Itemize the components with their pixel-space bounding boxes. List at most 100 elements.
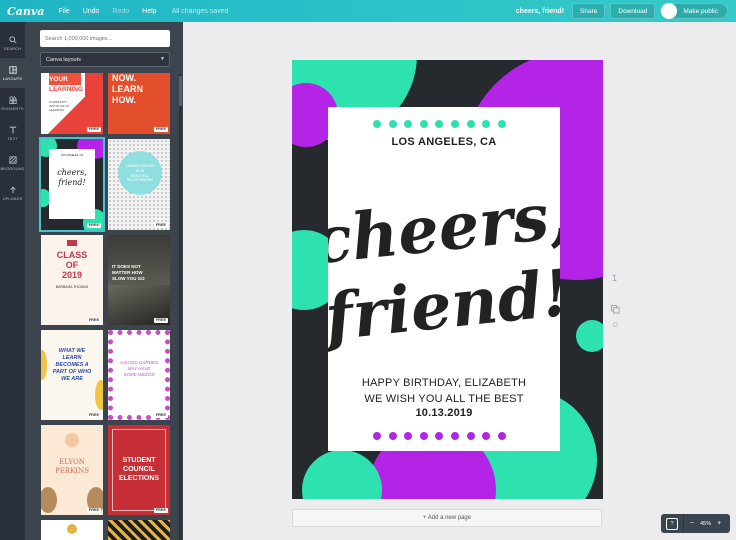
sidebar-item-uploads[interactable]: UPLOADS [0, 178, 25, 208]
thumb-text: cheers, [57, 168, 87, 177]
script-heading[interactable]: cheers, friend! [328, 172, 560, 362]
thumb-text: SOME WEEDS [123, 372, 155, 377]
birthday-line[interactable]: HAPPY BIRTHDAY, ELIZABETH [328, 377, 560, 389]
sidebar: SEARCH LAYOUTS ELEMENTS TEXT BKGROUND UP… [0, 22, 25, 540]
thumb-text: LEARNING [49, 86, 83, 93]
menu-help[interactable]: Help [142, 8, 156, 15]
zoom-controls: ? − 45% + [661, 514, 730, 533]
scrollbar-thumb[interactable] [179, 76, 182, 106]
thumb-text: BECOMES A [55, 362, 89, 368]
layout-thumbnail[interactable]: NOW. LEARN HOW. FREE [108, 73, 170, 134]
layouts-icon [8, 65, 17, 74]
search-input[interactable] [40, 30, 170, 47]
thumb-text: SLOW YOU GO [112, 276, 145, 281]
thumb-text: WHAT WE [58, 348, 86, 354]
thumb-text: NOW. [112, 73, 136, 83]
free-badge: FREE [153, 508, 168, 513]
help-icon[interactable]: ? [666, 517, 678, 530]
download-button[interactable]: Download [610, 3, 656, 19]
thumb-text: ELYON [59, 458, 85, 466]
layout-thumbnail[interactable]: IT DOES NOT MATTER HOW SLOW YOU GO FREE [108, 235, 170, 325]
toggle-knob [661, 3, 678, 19]
date-line[interactable]: 10.13.2019 [328, 407, 560, 419]
thumb-text: YOUR [49, 76, 68, 83]
layout-thumbnail[interactable]: WHAT WE LEARN BECOMES A PART OF WHO WE A… [41, 330, 103, 420]
free-badge: FREE [86, 318, 101, 323]
sidebar-label: ELEMENTS [1, 105, 24, 111]
thumb-text: CHANGE AROUND [125, 164, 155, 168]
teal-circle [576, 320, 603, 352]
free-badge: FREE [86, 508, 101, 513]
layout-thumbnail[interactable]: STUDENT COUNCIL ELECTIONS FREE [108, 425, 170, 515]
divider [683, 514, 684, 533]
thumb-text: WE ARE [61, 376, 83, 382]
sidebar-label: TEXT [7, 135, 18, 141]
free-badge: FREE [86, 127, 101, 132]
wish-line[interactable]: WE WISH YOU ALL THE BEST [328, 393, 560, 405]
layouts-dropdown[interactable]: Canva layouts ▼ [40, 52, 170, 67]
design-page[interactable]: LOS ANGELES, CA cheers, friend! HAPPY BI… [292, 60, 603, 499]
duplicate-page-icon[interactable] [611, 305, 620, 314]
layout-thumbnail[interactable]: ELYON PERKINS FREE [41, 425, 103, 515]
purple-dot-row [373, 432, 506, 440]
sidebar-label: LAYOUTS [2, 75, 23, 81]
text-icon [9, 126, 16, 134]
teal-circle [302, 450, 382, 499]
thumb-text: STUDENT [122, 457, 156, 464]
background-icon [8, 155, 17, 164]
sidebar-item-search[interactable]: SEARCH [0, 28, 25, 58]
thumb-text: A GOOD GARDEN [119, 360, 159, 365]
thumb-text: friend! [58, 178, 86, 187]
sidebar-item-layouts[interactable]: LAYOUTS [0, 58, 25, 88]
teal-dot-row [373, 120, 506, 128]
thumb-text: IT DOES NOT [112, 264, 141, 269]
zoom-out-button[interactable]: − [690, 520, 694, 527]
top-actions: cheers, friend! Share Download Make publ… [516, 3, 728, 19]
thumb-text: BEAUTIFUL RELATIONSHIPS [126, 174, 154, 182]
sidebar-label: UPLOADS [2, 195, 23, 201]
sidebar-item-text[interactable]: TEXT [0, 118, 25, 148]
thumb-text: PERKINS [54, 467, 89, 475]
thumb-text: MATTER HOW [112, 270, 143, 275]
sidebar-item-background[interactable]: BKGROUND [0, 148, 25, 178]
thumb-text: LEARN [62, 355, 82, 361]
canva-logo[interactable]: Canva [7, 5, 44, 18]
elements-icon [8, 95, 17, 104]
zoom-level: 45% [700, 520, 712, 527]
sidebar-item-elements[interactable]: ELEMENTS [0, 88, 25, 118]
add-page-button[interactable]: + Add a new page [292, 509, 602, 527]
document-title[interactable]: cheers, friend! [516, 8, 564, 15]
free-badge: FREE [153, 127, 168, 132]
save-status: All changes saved [171, 7, 229, 15]
share-button[interactable]: Share [572, 3, 606, 19]
menu-file[interactable]: File [58, 8, 69, 15]
top-bar: Canva File Undo Redo Help All changes sa… [0, 0, 736, 22]
thumb-text: PART OF WHO [52, 369, 92, 375]
menu-undo[interactable]: Undo [83, 8, 100, 15]
chevron-down-icon: ▼ [160, 56, 165, 62]
free-badge: FREE [153, 413, 168, 418]
thumb-text: HOW. [112, 95, 136, 105]
layout-thumbnail-selected[interactable]: cheers, friend! LOS ANGELES, CA FREE [39, 137, 105, 232]
thumb-text: COMMUNITY INSTITUTE OF LEARNING [49, 100, 70, 112]
location-text[interactable]: LOS ANGELES, CA [328, 136, 560, 148]
layout-thumbnail[interactable]: CLASS OF 2019 BARBARA THOMAS FREE [41, 235, 103, 325]
layout-thumbnail[interactable]: CHANGE AROUND AS IN BEAUTIFUL RELATIONSH… [108, 139, 170, 230]
panel-scrollbar[interactable] [179, 74, 182, 540]
delete-page-icon[interactable] [613, 322, 618, 327]
make-public-label: Make public [683, 7, 718, 15]
layout-thumbnail[interactable]: A GOOD GARDEN MAY HAVE SOME WEEDS FREE [108, 330, 170, 420]
thumb-text: COUNCIL [123, 466, 155, 473]
search-icon [8, 35, 17, 44]
uploads-icon [9, 186, 16, 193]
layout-thumbnail[interactable] [108, 520, 170, 540]
make-public-toggle[interactable]: Make public [660, 3, 728, 19]
thumb-text: CLASS [56, 250, 88, 260]
invitation-card[interactable]: LOS ANGELES, CA cheers, friend! HAPPY BI… [328, 107, 560, 451]
layout-thumbnail[interactable]: YOUR LEARNING COMMUNITY INSTITUTE OF LEA… [41, 73, 103, 134]
thumb-text: 2019 [61, 270, 83, 280]
menu-redo[interactable]: Redo [112, 8, 129, 15]
layout-thumbnail[interactable] [41, 520, 103, 540]
zoom-in-button[interactable]: + [717, 520, 721, 527]
thumb-text: MAY HAVE [127, 366, 151, 371]
